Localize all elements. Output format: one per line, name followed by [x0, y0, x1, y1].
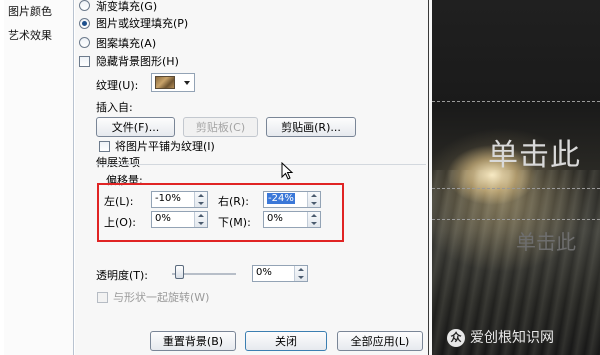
rotate-with-shape-label: 与形状一起旋转(W)	[113, 291, 210, 304]
tile-texture-checkbox[interactable]	[99, 141, 110, 152]
stretch-options-label: 伸展选项	[96, 156, 140, 169]
texture-label: 纹理(U):	[96, 79, 139, 92]
spinner-arrows-icon[interactable]	[294, 266, 307, 281]
gradient-fill-label: 渐变填充(G)	[96, 0, 158, 13]
dialog-border	[428, 0, 429, 355]
picture-texture-fill-radio[interactable]	[79, 18, 90, 29]
tile-texture-label: 将图片平铺为纹理(I)	[115, 140, 215, 153]
transparency-spinner[interactable]: 0%	[252, 265, 308, 282]
rotate-with-shape-checkbox[interactable]	[97, 292, 108, 303]
reset-background-button[interactable]: 重置背景(B)	[150, 331, 236, 351]
file-button[interactable]: 文件(F)...	[96, 117, 175, 137]
hide-background-label: 隐藏背景图形(H)	[96, 55, 179, 68]
apply-all-button[interactable]: 全部应用(L)	[337, 331, 423, 351]
transparency-value: 0%	[256, 267, 272, 278]
placeholder-border	[432, 101, 600, 102]
slide-preview: 单击此 单击此	[432, 0, 600, 355]
watermark-text: 爱创根知识网	[470, 330, 554, 346]
placeholder-border	[432, 188, 600, 189]
transparency-label: 透明度(T):	[96, 269, 149, 282]
picture-texture-fill-label: 图片或纹理填充(P)	[96, 17, 189, 30]
slide-subtitle-placeholder[interactable]: 单击此	[516, 226, 576, 255]
pattern-fill-radio[interactable]	[79, 37, 90, 48]
chevron-down-icon	[184, 81, 190, 85]
hide-background-checkbox[interactable]	[79, 56, 90, 67]
placeholder-border	[432, 219, 600, 220]
close-button[interactable]: 关闭	[245, 331, 327, 351]
clipart-button[interactable]: 剪贴画(R)...	[266, 117, 356, 137]
category-panel: 图片颜色 艺术效果	[4, 0, 74, 355]
insert-from-label: 插入自:	[96, 101, 133, 114]
gradient-fill-radio[interactable]	[79, 0, 90, 11]
texture-dropdown[interactable]	[151, 73, 195, 92]
texture-swatch-icon	[155, 76, 175, 89]
mouse-cursor-icon	[281, 162, 294, 180]
slide-title-placeholder[interactable]: 单击此	[488, 130, 581, 174]
watermark-logo-icon: 众	[447, 329, 465, 347]
pattern-fill-label: 图案填充(A)	[96, 37, 157, 50]
category-art-effects[interactable]: 艺术效果	[8, 27, 52, 43]
section-divider	[96, 164, 426, 165]
transparency-slider-thumb[interactable]	[175, 265, 184, 279]
highlight-box	[97, 183, 344, 242]
clipboard-button[interactable]: 剪贴板(C)	[183, 117, 258, 137]
category-picture-color[interactable]: 图片颜色	[8, 3, 52, 19]
